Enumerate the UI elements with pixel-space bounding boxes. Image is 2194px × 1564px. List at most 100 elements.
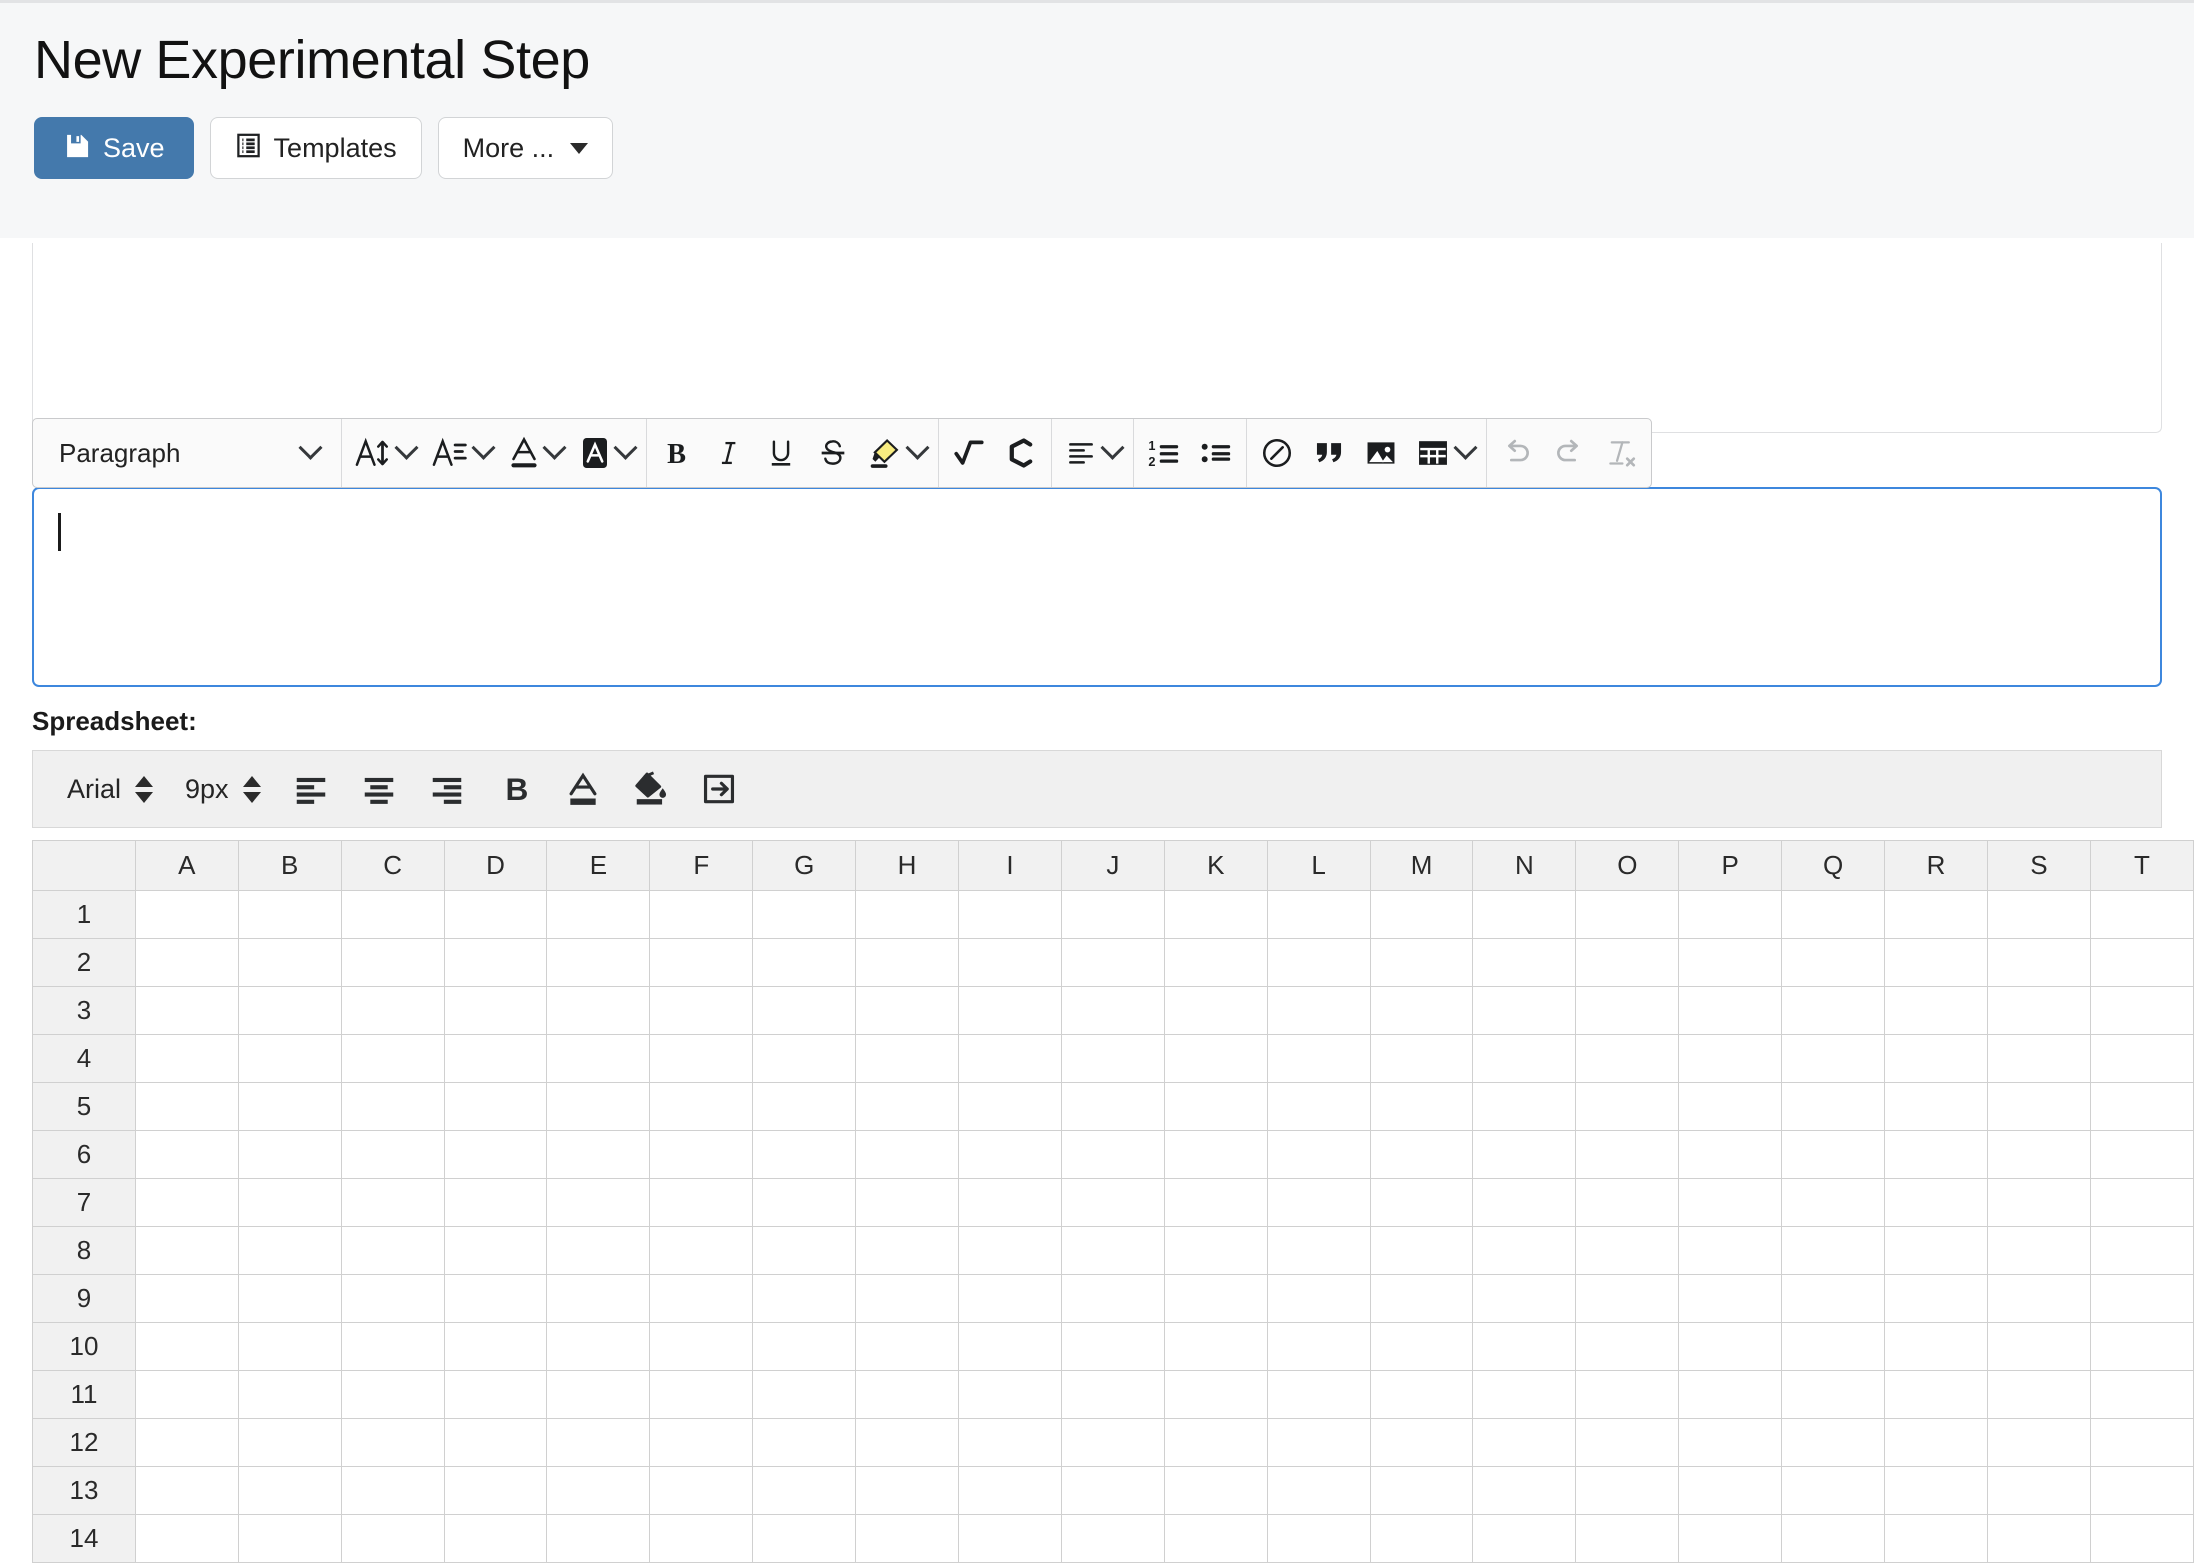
cell-H14[interactable]: [855, 1514, 960, 1563]
cell-M13[interactable]: [1369, 1466, 1474, 1515]
cell-M4[interactable]: [1369, 1034, 1474, 1083]
cell-G14[interactable]: [752, 1514, 857, 1563]
cell-O9[interactable]: [1575, 1274, 1680, 1323]
save-button[interactable]: Save: [34, 117, 194, 180]
cell-G5[interactable]: [752, 1082, 857, 1131]
chemistry-icon[interactable]: [995, 419, 1047, 487]
cell-N10[interactable]: [1472, 1322, 1577, 1371]
column-header-O[interactable]: O: [1575, 840, 1680, 891]
cell-N2[interactable]: [1472, 938, 1577, 987]
cell-R14[interactable]: [1884, 1514, 1988, 1563]
cell-M8[interactable]: [1369, 1226, 1474, 1275]
cell-Q10[interactable]: [1781, 1322, 1886, 1371]
cell-J1[interactable]: [1060, 890, 1165, 939]
cell-G10[interactable]: [752, 1322, 857, 1371]
cell-T11[interactable]: [2089, 1370, 2194, 1419]
cell-B12[interactable]: [237, 1418, 342, 1467]
cell-C5[interactable]: [340, 1082, 445, 1131]
more-menu-button[interactable]: More ...: [437, 117, 614, 180]
row-header-10[interactable]: 10: [32, 1322, 136, 1371]
cell-P6[interactable]: [1678, 1130, 1783, 1179]
cell-I5[interactable]: [958, 1082, 1062, 1131]
cell-F8[interactable]: [649, 1226, 754, 1275]
cell-L7[interactable]: [1266, 1178, 1371, 1227]
cell-N12[interactable]: [1472, 1418, 1577, 1467]
cell-A2[interactable]: [134, 938, 239, 987]
cell-H10[interactable]: [855, 1322, 960, 1371]
cell-A13[interactable]: [134, 1466, 239, 1515]
cell-Q5[interactable]: [1781, 1082, 1886, 1131]
cell-G1[interactable]: [752, 890, 857, 939]
cell-Q8[interactable]: [1781, 1226, 1886, 1275]
paragraph-style-dropdown[interactable]: Paragraph: [37, 419, 337, 487]
cell-O6[interactable]: [1575, 1130, 1680, 1179]
cell-E6[interactable]: [546, 1130, 651, 1179]
cell-P12[interactable]: [1678, 1418, 1783, 1467]
cell-R13[interactable]: [1884, 1466, 1988, 1515]
row-header-12[interactable]: 12: [32, 1418, 136, 1467]
cell-J12[interactable]: [1060, 1418, 1165, 1467]
cell-P1[interactable]: [1678, 890, 1783, 939]
cell-Q9[interactable]: [1781, 1274, 1886, 1323]
cell-C8[interactable]: [340, 1226, 445, 1275]
cell-P3[interactable]: [1678, 986, 1783, 1035]
cell-L5[interactable]: [1266, 1082, 1371, 1131]
row-header-6[interactable]: 6: [32, 1130, 136, 1179]
row-header-1[interactable]: 1: [32, 890, 136, 939]
cell-C3[interactable]: [340, 986, 445, 1035]
cell-R5[interactable]: [1884, 1082, 1988, 1131]
cell-O13[interactable]: [1575, 1466, 1680, 1515]
cell-N11[interactable]: [1472, 1370, 1577, 1419]
cell-C7[interactable]: [340, 1178, 445, 1227]
cell-H9[interactable]: [855, 1274, 960, 1323]
cell-L8[interactable]: [1266, 1226, 1371, 1275]
cell-A9[interactable]: [134, 1274, 239, 1323]
cell-A7[interactable]: [134, 1178, 239, 1227]
cell-L10[interactable]: [1266, 1322, 1371, 1371]
cell-S8[interactable]: [1986, 1226, 2091, 1275]
underline-icon[interactable]: [755, 419, 807, 487]
cell-K10[interactable]: [1163, 1322, 1268, 1371]
cell-F9[interactable]: [649, 1274, 754, 1323]
cell-R9[interactable]: [1884, 1274, 1988, 1323]
cell-K11[interactable]: [1163, 1370, 1268, 1419]
cell-R10[interactable]: [1884, 1322, 1988, 1371]
cell-Q1[interactable]: [1781, 890, 1886, 939]
cell-S7[interactable]: [1986, 1178, 2091, 1227]
cell-H5[interactable]: [855, 1082, 960, 1131]
cell-J14[interactable]: [1060, 1514, 1165, 1563]
table-icon[interactable]: [1407, 419, 1482, 487]
cell-B3[interactable]: [237, 986, 342, 1035]
cell-J8[interactable]: [1060, 1226, 1165, 1275]
cell-D5[interactable]: [443, 1082, 548, 1131]
cell-P10[interactable]: [1678, 1322, 1783, 1371]
cell-T1[interactable]: [2089, 890, 2194, 939]
cell-B9[interactable]: [237, 1274, 342, 1323]
cell-Q11[interactable]: [1781, 1370, 1886, 1419]
cell-R4[interactable]: [1884, 1034, 1988, 1083]
cell-L4[interactable]: [1266, 1034, 1371, 1083]
cell-F1[interactable]: [649, 890, 754, 939]
cell-A1[interactable]: [134, 890, 239, 939]
cell-B1[interactable]: [237, 890, 342, 939]
cell-Q6[interactable]: [1781, 1130, 1886, 1179]
cell-K13[interactable]: [1163, 1466, 1268, 1515]
column-header-S[interactable]: S: [1986, 840, 2091, 891]
column-header-R[interactable]: R: [1884, 840, 1988, 891]
column-header-J[interactable]: J: [1060, 840, 1165, 891]
cell-H8[interactable]: [855, 1226, 960, 1275]
cell-F11[interactable]: [649, 1370, 754, 1419]
cell-O14[interactable]: [1575, 1514, 1680, 1563]
spreadsheet-font-size-select[interactable]: 9px: [171, 759, 275, 819]
row-header-7[interactable]: 7: [32, 1178, 136, 1227]
cell-S9[interactable]: [1986, 1274, 2091, 1323]
cell-P2[interactable]: [1678, 938, 1783, 987]
upper-editor-panel[interactable]: [32, 243, 2162, 433]
column-header-A[interactable]: A: [134, 840, 239, 891]
column-header-G[interactable]: G: [752, 840, 857, 891]
cell-H3[interactable]: [855, 986, 960, 1035]
cell-B6[interactable]: [237, 1130, 342, 1179]
numbered-list-icon[interactable]: 1 2: [1138, 419, 1190, 487]
cell-D3[interactable]: [443, 986, 548, 1035]
cell-E4[interactable]: [546, 1034, 651, 1083]
